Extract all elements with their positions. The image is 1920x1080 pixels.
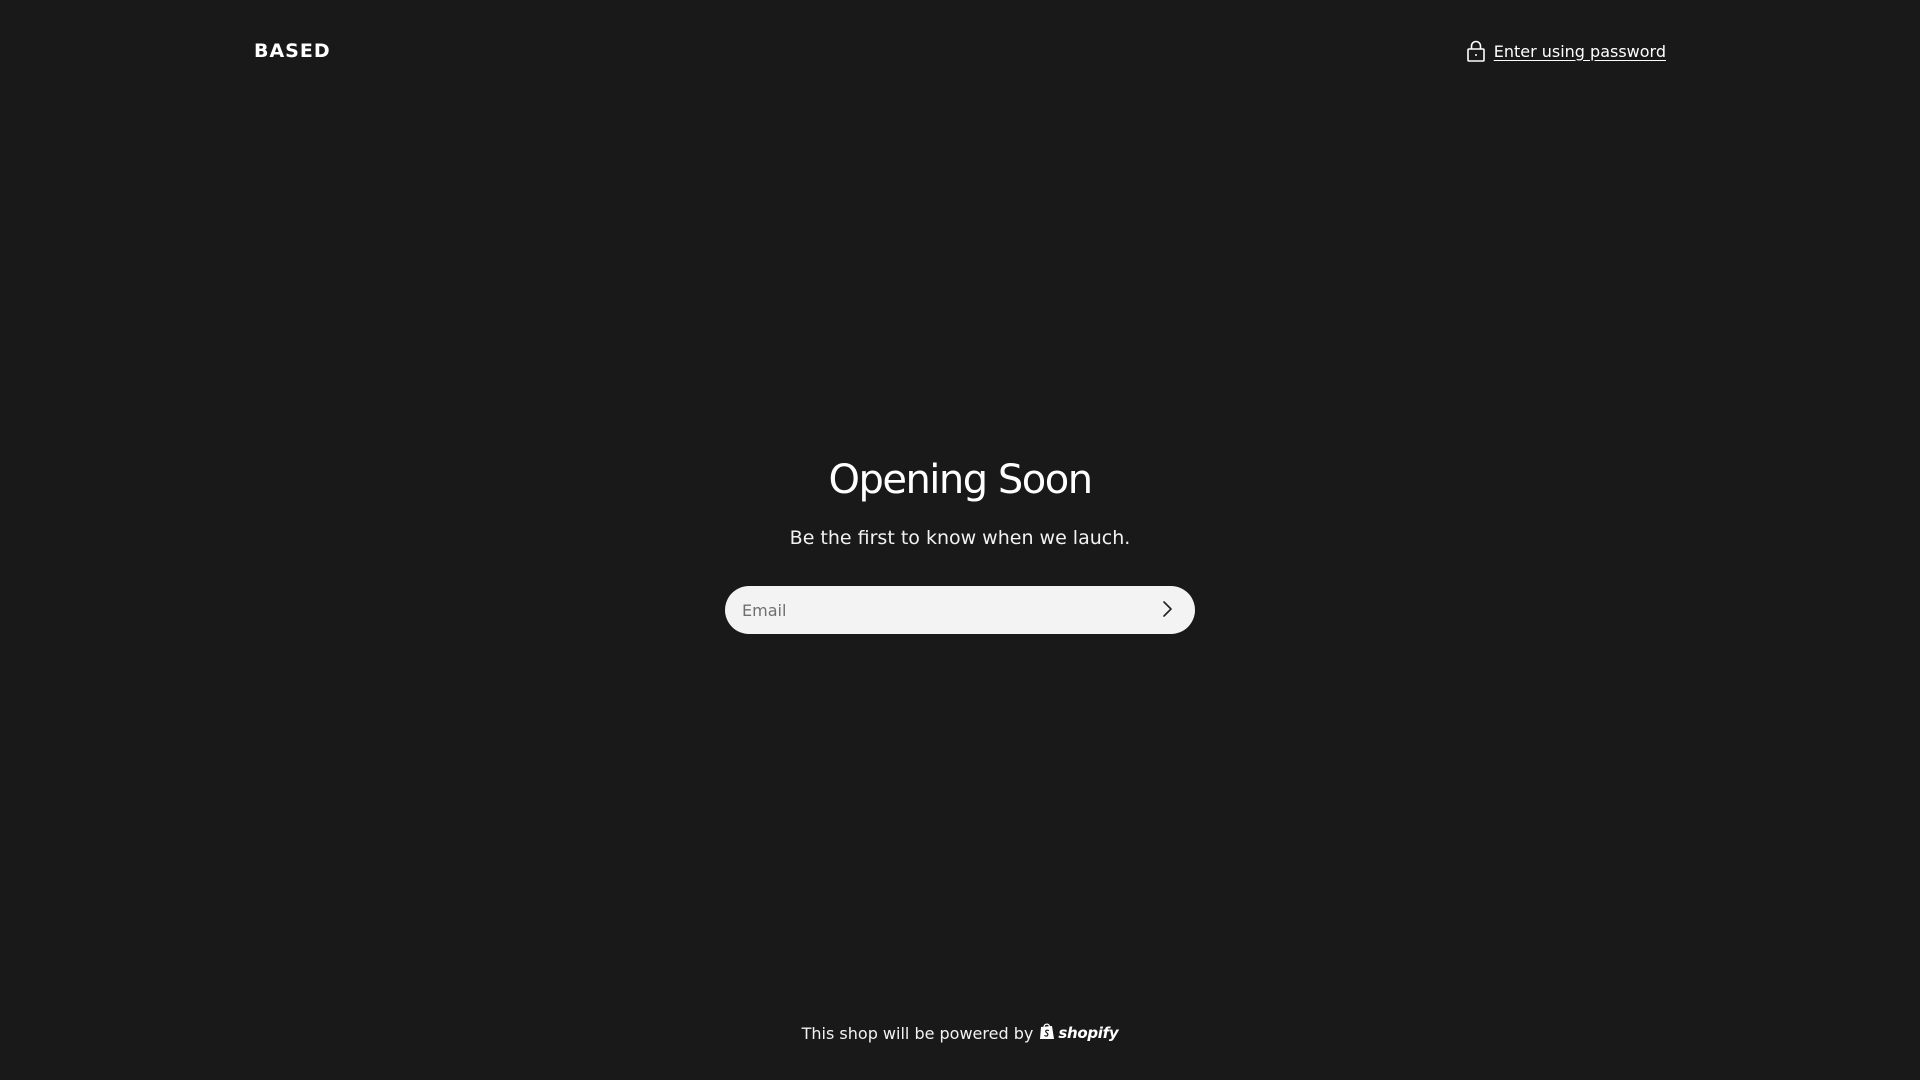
subscribe-submit-button[interactable] (1147, 590, 1187, 630)
page-title: Opening Soon (828, 457, 1093, 503)
newsletter-form (725, 586, 1195, 634)
password-link-label: Enter using password (1493, 41, 1666, 61)
newsletter-section: Opening Soon Be the first to know when w… (0, 452, 1920, 634)
powered-by-text: This shop will be powered by (801, 1023, 1034, 1043)
chevron-right-icon (1160, 600, 1174, 621)
password-page: BASED Enter using password Opening Soon … (0, 0, 1920, 1080)
logo-text: BASED (254, 39, 331, 62)
page-header: BASED Enter using password (254, 38, 1666, 64)
lock-icon (1466, 40, 1486, 62)
shopify-wordmark: shopify (1058, 1024, 1119, 1042)
page-subtitle: Be the first to know when we lauch. (789, 527, 1131, 549)
shopify-link[interactable]: shopify (1039, 1022, 1119, 1044)
shopify-bag-icon (1039, 1022, 1055, 1044)
enter-using-password-link[interactable]: Enter using password (1466, 40, 1666, 62)
email-input[interactable] (725, 586, 1195, 634)
page-footer: This shop will be powered by shopify (0, 1022, 1920, 1044)
store-logo[interactable]: BASED (254, 38, 331, 64)
